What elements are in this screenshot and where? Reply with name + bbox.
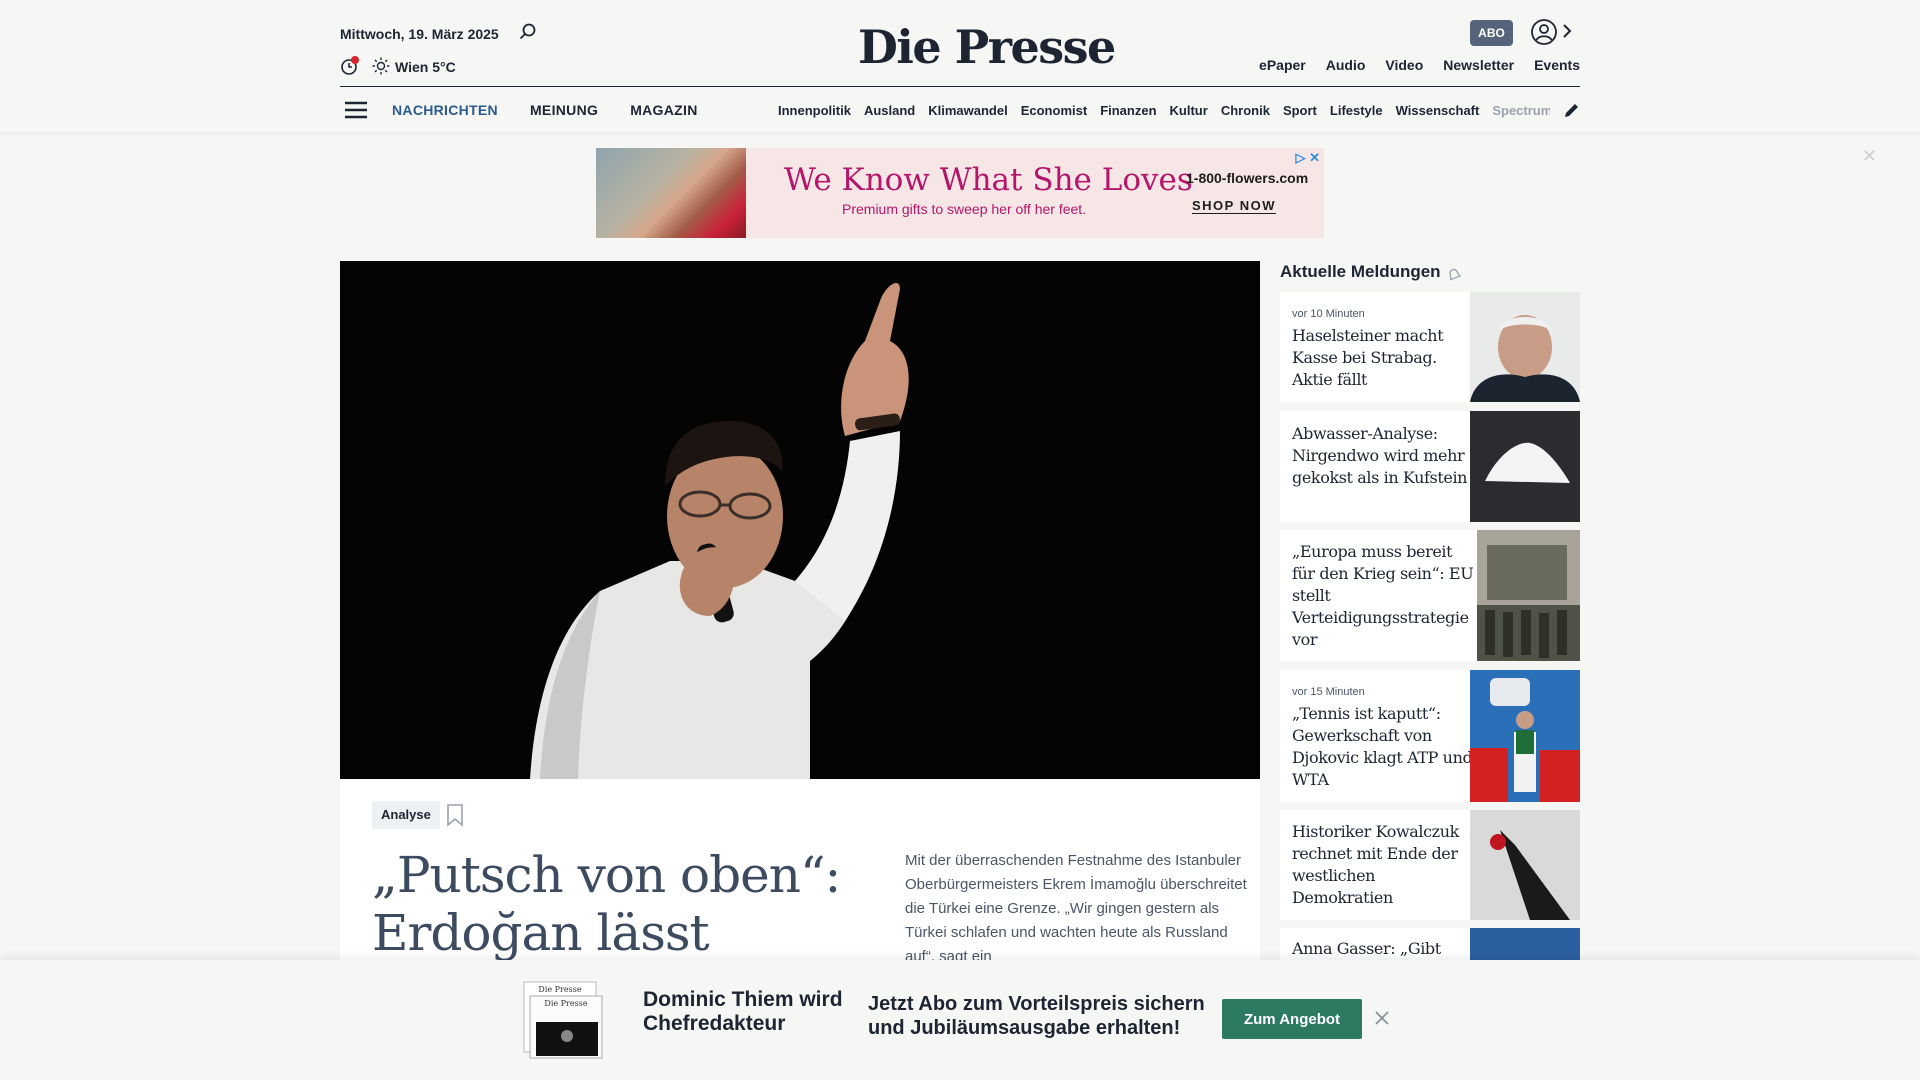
ad-brand: 1-800-flowers.com <box>1186 170 1309 186</box>
news-time: vor 15 Minuten <box>1292 686 1365 698</box>
news-title[interactable]: Haselsteiner macht Kasse bei Strabag. Ak… <box>1292 325 1474 391</box>
news-card[interactable]: vor 10 Minuten Haselsteiner macht Kasse … <box>1280 292 1580 402</box>
header-inner: Mittwoch, 19. März 2025 Wien 5°C Die Pre… <box>340 0 1580 132</box>
section-lifestyle[interactable]: Lifestyle <box>1330 103 1383 118</box>
top-link-epaper[interactable]: ePaper <box>1259 57 1306 73</box>
chevron-right-icon[interactable] <box>1560 22 1574 40</box>
news-card[interactable]: „Europa muss bereit für den Krieg sein“:… <box>1280 530 1580 661</box>
ad-photo <box>596 148 746 238</box>
news-thumbnail <box>1477 530 1580 661</box>
section-klimawandel[interactable]: Klimawandel <box>928 103 1007 118</box>
bell-icon[interactable] <box>1446 266 1462 282</box>
article-tag[interactable]: Analyse <box>372 801 440 829</box>
user-account-icon[interactable] <box>1530 18 1558 46</box>
news-thumbnail <box>1470 810 1580 920</box>
article-lead: Mit der überraschenden Festnahme des Ist… <box>905 852 1247 965</box>
news-title[interactable]: „Europa muss bereit für den Krieg sein“:… <box>1292 541 1474 651</box>
nav-nachrichten[interactable]: NACHRICHTEN <box>392 102 498 118</box>
article-headline[interactable]: „Putsch von oben“: Erdoğan lässt <box>372 846 852 962</box>
svg-text:Die Presse: Die Presse <box>538 985 581 994</box>
news-title[interactable]: „Tennis ist kaputt“: Gewerkschaft von Dj… <box>1292 703 1474 791</box>
current-date: Mittwoch, 19. März 2025 <box>340 26 499 42</box>
clock-notification-icon[interactable] <box>340 56 360 76</box>
banner-message: Jetzt Abo zum Vorteilspreis sichern und … <box>868 993 1205 1039</box>
nav-meinung[interactable]: MEINUNG <box>530 102 598 118</box>
news-title[interactable]: Abwasser-Analyse: Nirgendwo wird mehr ge… <box>1292 423 1474 489</box>
top-links: ePaper Audio Video Newsletter Events <box>1259 57 1580 73</box>
news-card[interactable]: Historiker Kowalczuk rechnet mit Ende de… <box>1280 810 1580 920</box>
section-finanzen[interactable]: Finanzen <box>1100 103 1156 118</box>
top-link-newsletter[interactable]: Newsletter <box>1443 57 1514 73</box>
news-title[interactable]: Historiker Kowalczuk rechnet mit Ende de… <box>1292 821 1474 909</box>
news-card[interactable]: Abwasser-Analyse: Nirgendwo wird mehr ge… <box>1280 411 1580 522</box>
pencil-icon[interactable] <box>1562 100 1582 120</box>
news-thumbnail <box>1470 411 1580 522</box>
news-title[interactable]: Anna Gasser: „Gibt <box>1292 938 1474 960</box>
news-time: vor 10 Minuten <box>1292 308 1365 320</box>
zum-angebot-button[interactable]: Zum Angebot <box>1222 999 1362 1039</box>
news-thumbnail <box>1470 670 1580 802</box>
newspaper-image: Die Presse Die Presse <box>523 981 603 1059</box>
news-thumbnail <box>1470 292 1580 402</box>
abo-button[interactable]: ABO <box>1470 20 1513 46</box>
hero-image[interactable] <box>340 261 1260 779</box>
adchoices-icon[interactable]: ▷ ✕ <box>1295 150 1320 166</box>
bookmark-icon[interactable] <box>446 803 464 827</box>
section-ausland[interactable]: Ausland <box>864 103 915 118</box>
top-link-audio[interactable]: Audio <box>1326 57 1366 73</box>
top-link-video[interactable]: Video <box>1385 57 1423 73</box>
ad-subtitle: Premium gifts to sweep her off her feet. <box>842 201 1087 217</box>
site-logo[interactable]: Die Presse <box>858 20 1116 74</box>
close-icon[interactable] <box>1374 1010 1390 1026</box>
weather-text[interactable]: Wien 5°C <box>395 59 456 75</box>
ad-shop-now[interactable]: SHOP NOW <box>1192 198 1276 214</box>
banner-headline: Dominic Thiem wird Chefredakteur <box>643 988 843 1035</box>
section-wissenschaft[interactable]: Wissenschaft <box>1396 103 1480 118</box>
hamburger-menu-icon[interactable] <box>345 100 367 120</box>
section-kultur[interactable]: Kultur <box>1170 103 1208 118</box>
hero-photo-illustration <box>340 261 1260 779</box>
main-nav: NACHRICHTEN MEINUNG MAGAZIN <box>392 102 698 118</box>
ad-title: We Know What She Loves <box>784 162 1193 198</box>
search-icon[interactable] <box>518 22 538 42</box>
top-link-events[interactable]: Events <box>1534 57 1580 73</box>
svg-text:Die Presse: Die Presse <box>544 999 587 1008</box>
section-sport[interactable]: Sport <box>1283 103 1317 118</box>
section-innenpolitik[interactable]: Innenpolitik <box>778 103 851 118</box>
hero-article[interactable]: Analyse „Putsch von oben“: Erdoğan lässt… <box>340 261 1260 1001</box>
section-nav: Innenpolitik Ausland Klimawandel Economi… <box>778 103 1550 118</box>
sun-icon <box>372 57 390 75</box>
ad-close-icon[interactable]: ✕ <box>1862 146 1877 167</box>
nav-magazin[interactable]: MAGAZIN <box>630 102 697 118</box>
section-spectrum[interactable]: Spectrum <box>1492 103 1550 118</box>
section-economist[interactable]: Economist <box>1021 103 1087 118</box>
section-chronik[interactable]: Chronik <box>1221 103 1270 118</box>
advertisement-banner[interactable]: We Know What She Loves Premium gifts to … <box>596 148 1324 238</box>
news-card[interactable]: vor 15 Minuten „Tennis ist kaputt“: Gewe… <box>1280 670 1580 802</box>
header-divider <box>340 86 1580 87</box>
sidebar-title: Aktuelle Meldungen <box>1280 262 1441 281</box>
site-header: Mittwoch, 19. März 2025 Wien 5°C Die Pre… <box>0 0 1920 132</box>
